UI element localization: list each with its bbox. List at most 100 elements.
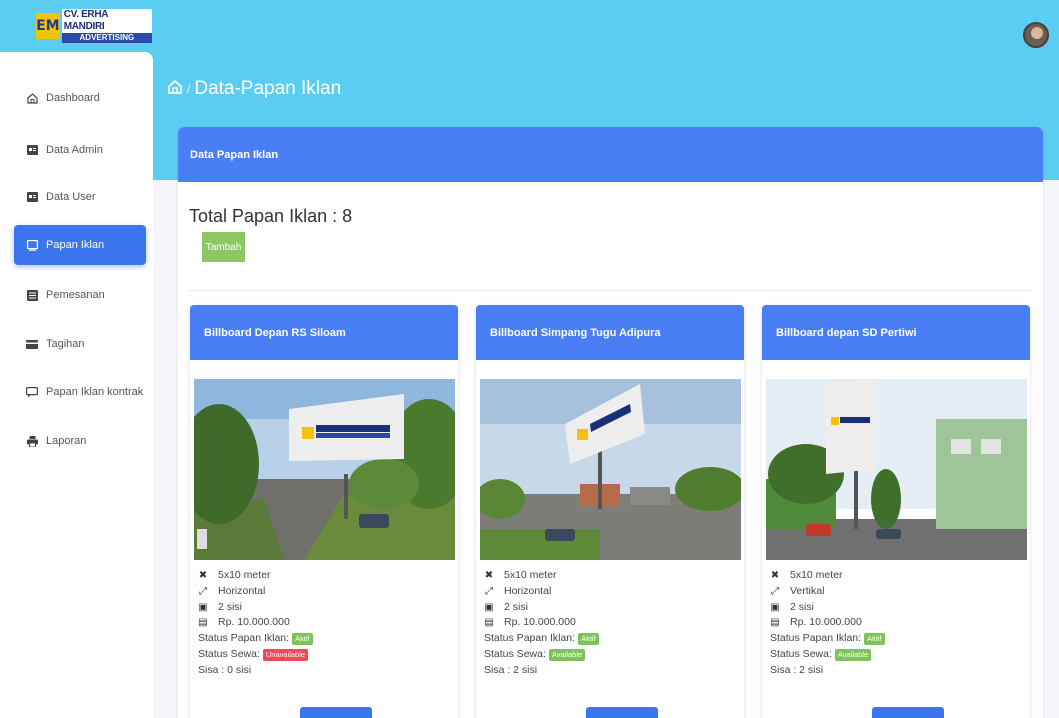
detail-button[interactable] [586, 707, 658, 718]
rent-status-badge: Unavailable [262, 648, 309, 661]
status-badge: Aktif [292, 633, 313, 646]
logo-mark: EM [36, 13, 60, 39]
sidebar-item-tagihan[interactable]: Tagihan [14, 324, 146, 364]
billboard-price: Rp. 10.000.000 [504, 616, 576, 629]
status-badge: Aktif [864, 633, 885, 646]
money-icon: ▤ [770, 617, 780, 629]
sidebar-item-data-user[interactable]: Data User [14, 177, 146, 217]
status-row: Status Papan Iklan: Aktif [770, 631, 885, 647]
total-count: Total Papan Iklan : 8 [189, 206, 353, 226]
billboard-photo [480, 379, 741, 560]
chat-icon [26, 386, 38, 398]
sidebar-item-papan-iklan-kontrak[interactable]: Papan Iklan kontrak [14, 372, 146, 412]
detail-button[interactable] [872, 707, 944, 718]
rent-status-badge: Available [834, 648, 872, 661]
home-icon[interactable] [167, 79, 183, 100]
resize-arrow-icon: ⤢ [771, 585, 779, 597]
billboard-title: Billboard depan SD Pertiwi [762, 305, 1030, 360]
image-icon: ▣ [198, 601, 208, 613]
size-row: ✖ 5x10 meter [770, 568, 885, 584]
billboard-title: Billboard Simpang Tugu Adipura [476, 305, 744, 360]
billboard-orientation: Horizontal [218, 584, 266, 597]
money-icon: ▤ [198, 617, 208, 629]
rent-label: Status Sewa: [484, 647, 546, 660]
status-label: Status Papan Iklan: [484, 632, 576, 645]
billboard-card: Billboard Depan RS Siloam ✖ 5x10 meter ⤢… [190, 305, 458, 718]
sidebar-item-label: Dashboard [46, 92, 100, 104]
logo-mark-text: EM [36, 18, 60, 34]
rent-row: Status Sewa: Unavailable [198, 647, 313, 663]
detail-button[interactable] [300, 707, 372, 718]
price-row: ▤ Rp. 10.000.000 [770, 615, 885, 631]
status-label: Status Papan Iklan: [770, 632, 862, 645]
expand-icon: ✖ [770, 570, 780, 581]
sides-row: ▣ 2 sisi [198, 600, 313, 616]
remaining-row: Sisa : 2 sisi [484, 663, 599, 679]
card-icon [26, 338, 38, 350]
sidebar: Dashboard Data Admin Data User Papan Ikl… [0, 52, 153, 718]
sidebar-item-label: Data User [46, 191, 96, 203]
billboard-photo [766, 379, 1027, 560]
expand-icon: ✖ [484, 570, 494, 581]
billboard-size: 5x10 meter [218, 569, 271, 581]
menu-toggle-icon[interactable] [137, 22, 149, 34]
billboard-remaining: Sisa : 0 sisi [198, 663, 252, 676]
sidebar-item-label: Papan Iklan [46, 239, 105, 251]
divider [189, 290, 1032, 291]
page-heading: / Data-Papan Iklan [167, 78, 341, 100]
sidebar-item-dashboard[interactable]: Dashboard [14, 78, 146, 118]
status-label: Status Papan Iklan: [198, 632, 290, 645]
rent-label: Status Sewa: [770, 647, 832, 660]
add-button[interactable]: Tambah [202, 232, 245, 262]
billboard-remaining: Sisa : 2 sisi [770, 663, 824, 676]
home-icon [26, 92, 38, 104]
expand-icon: ✖ [198, 570, 208, 581]
brand-subtitle: ADVERTISING [61, 33, 152, 43]
logo: EM CV. ERHA MANDIRI ADVERTISING [36, 9, 152, 43]
billboard-price: Rp. 10.000.000 [790, 616, 862, 629]
remaining-row: Sisa : 2 sisi [770, 663, 885, 679]
billboard-size: 5x10 meter [504, 569, 557, 581]
size-row: ✖ 5x10 meter [484, 568, 599, 584]
sides-row: ▣ 2 sisi [484, 600, 599, 616]
sidebar-item-label: Tagihan [46, 338, 85, 350]
brand-logo[interactable]: EM CV. ERHA MANDIRI ADVERTISING [0, 0, 152, 52]
page-title: Data-Papan Iklan [194, 78, 342, 99]
sidebar-item-data-admin[interactable]: Data Admin [14, 130, 146, 170]
billboard-card: Billboard Simpang Tugu Adipura ✖ 5x10 met… [476, 305, 744, 718]
size-row: ✖ 5x10 meter [198, 568, 313, 584]
main-card: Data Papan Iklan Total Papan Iklan : 8 T… [178, 127, 1043, 718]
billboard-price: Rp. 10.000.000 [218, 616, 290, 629]
billboard-sides: 2 sisi [504, 600, 528, 613]
sidebar-item-pemesanan[interactable]: Pemesanan [14, 275, 146, 315]
billboard-photo [194, 379, 455, 560]
billboard-orientation: Vertikal [790, 584, 825, 597]
image-icon: ▣ [484, 601, 494, 613]
sidebar-item-papan-iklan[interactable]: Papan Iklan [14, 225, 146, 265]
printer-icon [26, 435, 38, 447]
orientation-row: ⤢ Horizontal [484, 584, 599, 600]
status-badge: Aktif [578, 633, 599, 646]
user-avatar[interactable] [1023, 22, 1049, 48]
breadcrumb-separator: / [187, 82, 191, 96]
remaining-row: Sisa : 0 sisi [198, 663, 313, 679]
monitor-icon [26, 239, 38, 251]
billboard-sides: 2 sisi [790, 600, 814, 613]
rent-row: Status Sewa: Available [770, 647, 885, 663]
resize-arrow-icon: ⤢ [199, 585, 207, 597]
sidebar-item-label: Data Admin [46, 144, 103, 156]
billboard-title: Billboard Depan RS Siloam [190, 305, 458, 360]
status-row: Status Papan Iklan: Aktif [198, 631, 313, 647]
orientation-row: ⤢ Vertikal [770, 584, 885, 600]
billboard-card: Billboard depan SD Pertiwi ✖ 5x10 meter [762, 305, 1030, 718]
sidebar-item-label: Papan Iklan kontrak [46, 386, 144, 398]
billboard-sides: 2 sisi [218, 600, 242, 613]
orientation-row: ⤢ Horizontal [198, 584, 313, 600]
rent-label: Status Sewa: [198, 647, 260, 660]
sidebar-item-label: Pemesanan [46, 289, 105, 301]
list-icon [26, 289, 38, 301]
resize-arrow-icon: ⤢ [485, 585, 493, 597]
sidebar-item-laporan[interactable]: Laporan [14, 421, 146, 461]
sides-row: ▣ 2 sisi [770, 600, 885, 616]
billboard-size: 5x10 meter [790, 569, 843, 581]
